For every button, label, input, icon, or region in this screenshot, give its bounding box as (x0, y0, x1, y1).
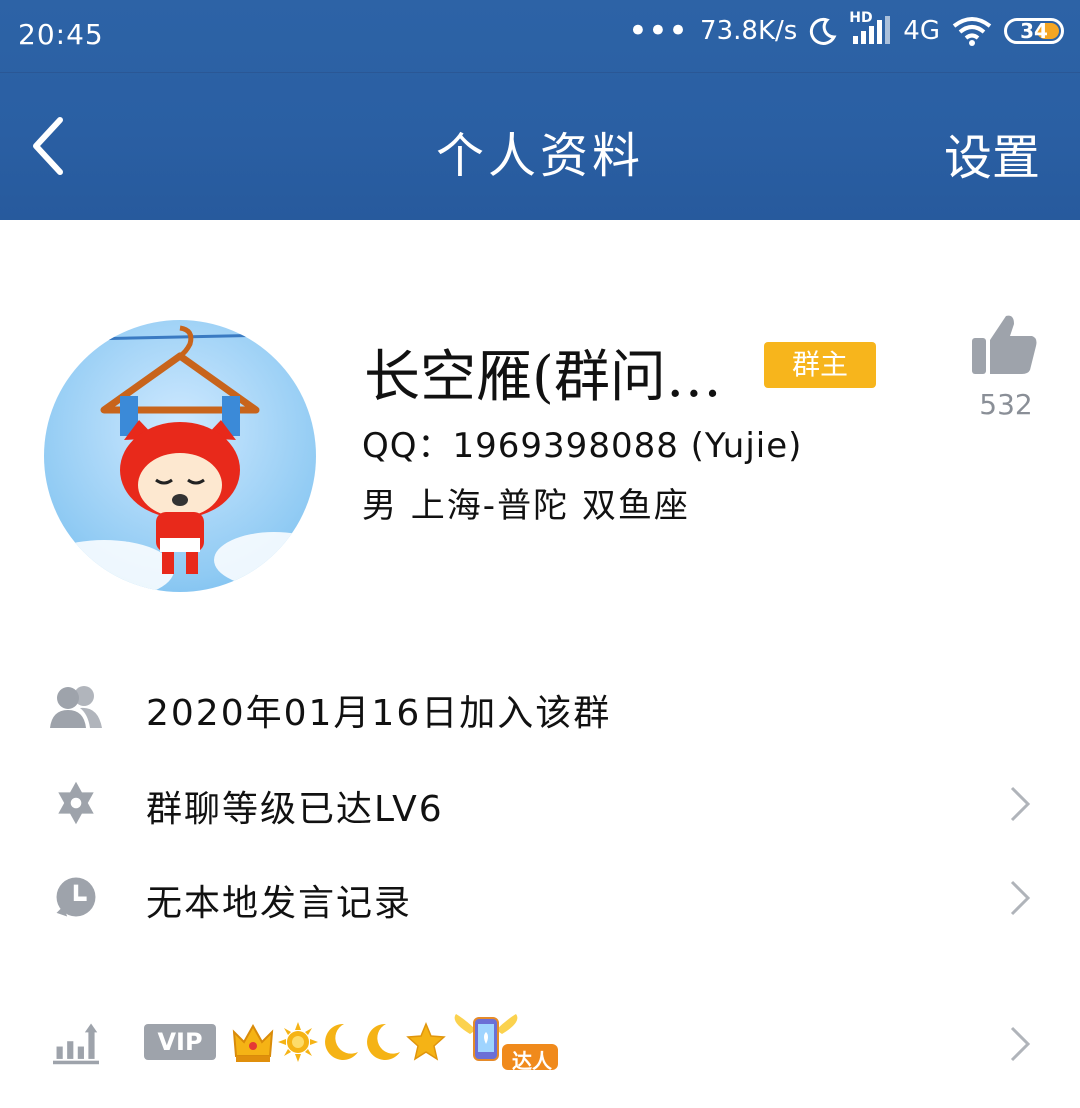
battery-icon: 34 (1004, 18, 1064, 44)
vip-level-icons: 达人 (232, 1012, 560, 1073)
status-bar: 20:45 ••• 73.8K/s HD 4G 34 (0, 0, 1080, 73)
profile-info: 男 上海-普陀 双鱼座 (362, 486, 690, 526)
like-count: 532 (979, 388, 1033, 421)
group-icon (50, 686, 102, 728)
chevron-right-icon (1010, 786, 1031, 822)
app-header: 20:45 ••• 73.8K/s HD 4G 34 个人资料 设置 (0, 0, 1080, 220)
chat-history-row[interactable]: 无本地发言记录 (0, 856, 1080, 936)
join-date-row: 2020年01月16日加入该群 (0, 666, 1080, 746)
star-icon (406, 1022, 446, 1061)
settings-button[interactable]: 设置 (944, 118, 1040, 188)
like-button[interactable] (968, 312, 1048, 382)
status-icons: ••• 73.8K/s HD 4G 34 (627, 10, 1064, 51)
avatar[interactable] (44, 320, 316, 592)
moon-icon (367, 1023, 400, 1060)
star-of-david-icon (58, 781, 94, 825)
group-level-row[interactable]: 群聊等级已达LV6 (0, 762, 1080, 842)
qq-number: QQ：1969398088 (Yujie) (362, 426, 803, 466)
avatar-fox-illustration (44, 325, 316, 592)
group-level-text: 群聊等级已达LV6 (146, 789, 444, 830)
nav-bar: 个人资料 设置 (0, 72, 1080, 220)
vip-row[interactable]: VIP 达人 (0, 1002, 1080, 1082)
role-badge: 群主 (764, 342, 876, 388)
chevron-right-icon (1010, 880, 1031, 916)
thumbs-up-icon (972, 315, 1037, 374)
page-title: 个人资料 (435, 128, 644, 184)
more-dots-icon: ••• (627, 11, 689, 51)
chat-history-text: 无本地发言记录 (146, 883, 413, 924)
network-type: 4G (903, 16, 940, 46)
join-date-text: 2020年01月16日加入该群 (146, 693, 612, 734)
growth-chart-icon (53, 1023, 99, 1065)
network-speed: 73.8K/s (700, 16, 798, 46)
vip-badge: VIP (144, 1024, 216, 1060)
profile-name: 长空雁(群问… (364, 345, 722, 410)
status-time: 20:45 (18, 18, 104, 51)
signal-icon: HD (849, 10, 891, 46)
profile-card: 长空雁(群问… 群主 532 QQ：1969398088 (Yujie) 男 上… (0, 220, 1080, 640)
wifi-icon (952, 17, 992, 46)
angel-phone-icon: 达人 (450, 1012, 560, 1073)
crown-icon (232, 1023, 274, 1062)
clock-icon (56, 877, 96, 917)
moon-icon (325, 1023, 358, 1060)
moon-icon (810, 17, 837, 45)
chevron-right-icon (1010, 1026, 1031, 1062)
sun-icon (278, 1022, 318, 1062)
daren-label: 达人 (512, 1049, 552, 1073)
